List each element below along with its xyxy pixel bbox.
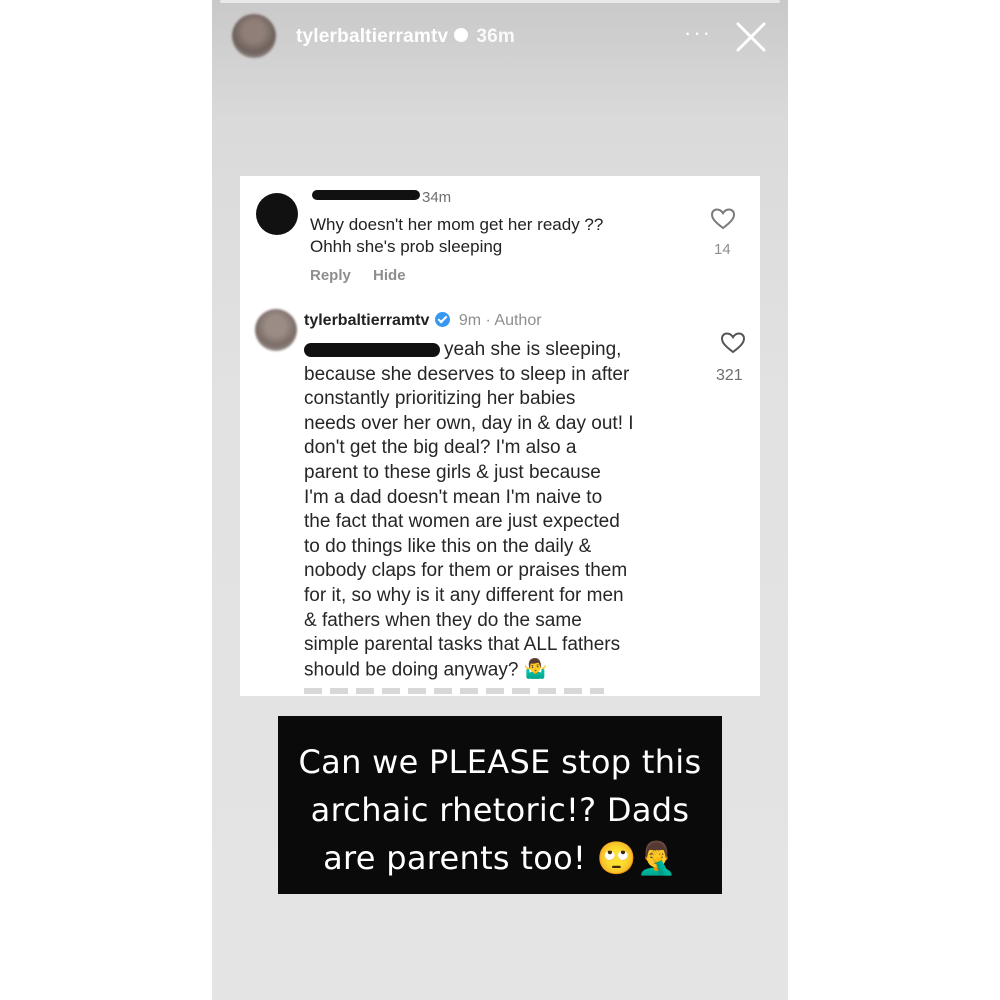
comment-line: Why doesn't her mom get her ready ?? [310, 215, 604, 234]
reply-line: nobody claps for them or praises them [304, 560, 628, 582]
reply-line: don't get the big deal? I'm also a [304, 437, 577, 459]
close-icon[interactable] [734, 20, 768, 54]
commenter-avatar-redacted [256, 193, 298, 235]
comment-time: 34m [422, 189, 452, 206]
caption-line: archaic rhetoric!? Dads [310, 791, 690, 829]
reply-line: because she deserves to sleep in after [304, 363, 630, 385]
cropped-next-row [304, 688, 604, 694]
comment-line: Ohhh she's prob sleeping [310, 237, 503, 256]
caption-line: Can we PLEASE stop this [298, 743, 702, 781]
like-count: 14 [714, 241, 731, 258]
caption-text: Can we PLEASE stop this archaic rhetoric… [278, 738, 722, 882]
reply-line: parent to these girls & just because [304, 461, 601, 483]
story-progress-bar [220, 0, 780, 3]
reply-line: constantly prioritizing her babies [304, 388, 576, 410]
shrug-emoji: 🤷‍♂️ [523, 658, 548, 680]
comment-screenshot-card: 34m Why doesn't her mom get her ready ??… [240, 176, 760, 696]
reply-header: tylerbaltierramtv 9m · Author [304, 312, 542, 330]
story-time: 36m [476, 26, 515, 47]
story-caption-box: Can we PLEASE stop this archaic rhetoric… [278, 716, 722, 894]
story-username[interactable]: tylerbaltierramtv [296, 26, 448, 47]
reply-line: the fact that women are just expected [304, 511, 620, 533]
reply-line: & fathers when they do the same [304, 609, 582, 631]
hide-button[interactable]: Hide [373, 267, 406, 284]
reply-text: yeah she is sleeping, because she deserv… [304, 338, 704, 683]
caption-line: are parents too! 🙄🤦‍♂️ [323, 839, 677, 877]
more-options-icon[interactable]: ··· [684, 20, 712, 46]
comment-text: Why doesn't her mom get her ready ?? Ohh… [310, 214, 603, 258]
story-viewer: tylerbaltierramtv 36m ··· 34m Why doesn't… [212, 0, 788, 1000]
verified-badge-icon [454, 27, 469, 42]
redacted-username [312, 190, 420, 200]
heart-icon[interactable] [720, 331, 746, 355]
heart-icon[interactable] [710, 207, 736, 231]
reply-button[interactable]: Reply [310, 267, 351, 284]
story-avatar[interactable] [232, 14, 276, 58]
reply-line: yeah she is sleeping, [444, 339, 622, 360]
author-avatar[interactable] [255, 309, 297, 351]
reply-line: for it, so why is it any different for m… [304, 584, 624, 606]
reply-line: should be doing anyway? [304, 659, 519, 681]
reply-line: needs over her own, day in & day out! I [304, 412, 634, 434]
comment-actions: Reply Hide [310, 267, 424, 284]
verified-badge-icon [435, 312, 451, 328]
reply-meta: 9m · Author [458, 312, 542, 329]
like-count: 321 [716, 367, 743, 384]
reply-username[interactable]: tylerbaltierramtv [304, 312, 429, 329]
story-header: tylerbaltierramtv 36m ··· [230, 14, 770, 58]
story-username-row[interactable]: tylerbaltierramtv 36m [296, 26, 515, 48]
reply-line: I'm a dad doesn't mean I'm naive to [304, 486, 603, 508]
reply-line: simple parental tasks that ALL fathers [304, 634, 621, 656]
reply-line: to do things like this on the daily & [304, 535, 592, 557]
